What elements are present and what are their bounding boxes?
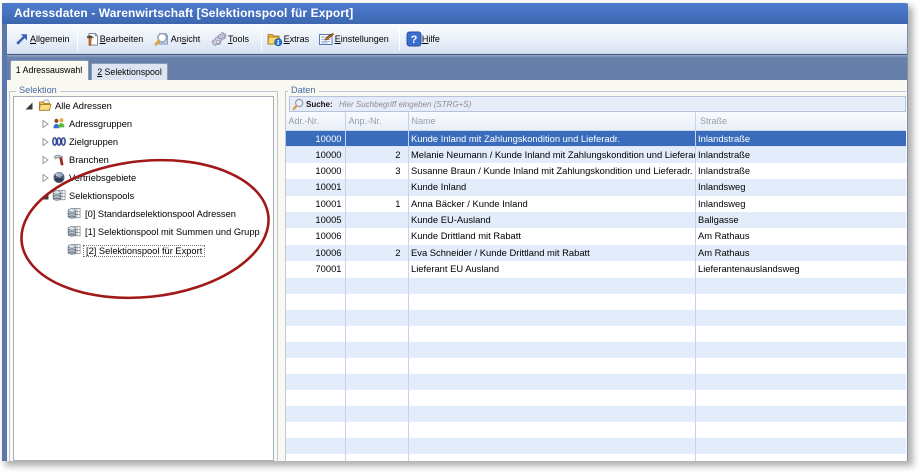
svg-text:?: ? xyxy=(411,34,418,46)
